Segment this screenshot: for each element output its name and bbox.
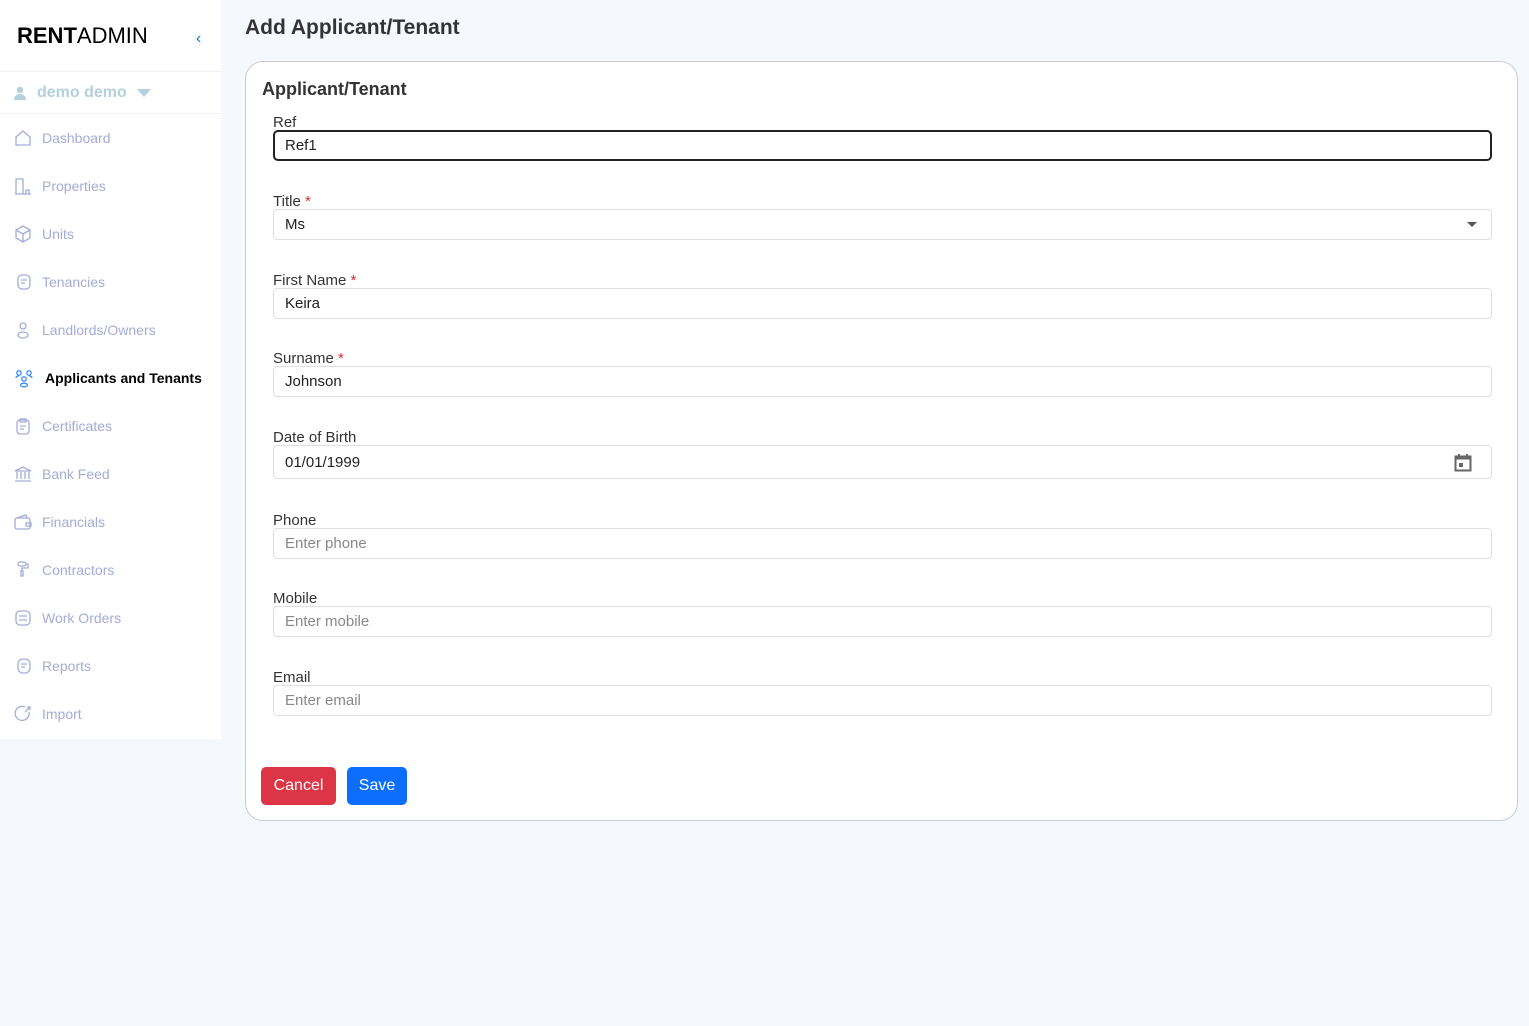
brand-logo: RENT ADMIN <box>0 0 221 72</box>
required-mark: * <box>350 272 357 289</box>
building-icon <box>15 178 31 195</box>
sidebar-item-bank-feed[interactable]: Bank Feed <box>0 450 221 498</box>
sidebar-item-properties[interactable]: Properties <box>0 162 221 210</box>
sidebar-item-financials[interactable]: Financials <box>0 498 221 546</box>
required-mark: * <box>304 193 311 210</box>
caret-down-icon <box>136 88 151 97</box>
sidebar-item-label: Work Orders <box>42 610 122 626</box>
date-of-birth-field: Date of Birth 01/01/1999 <box>273 429 1492 479</box>
document-icon <box>17 274 31 290</box>
sidebar-item-label: Applicants and Tenants <box>45 370 202 386</box>
sidebar-item-label: Reports <box>42 658 92 674</box>
first-name-field: First Name * Keira <box>273 272 1492 319</box>
phone-field: Phone Enter phone <box>273 512 1492 559</box>
sidebar-item-work-orders[interactable]: Work Orders <box>0 594 221 642</box>
save-button[interactable]: Save <box>347 767 407 805</box>
list-icon <box>15 610 31 626</box>
group-icon <box>15 370 33 388</box>
title-input[interactable]: Ms <box>273 209 1492 240</box>
report-icon <box>17 658 31 674</box>
sidebar-item-certificates[interactable]: Certificates <box>0 402 221 450</box>
applicant-form-card: Applicant/Tenant Ref Ref1 Title * Ms First N… <box>245 61 1518 821</box>
sidebar-item-label: Import <box>42 706 82 722</box>
sidebar-item-units[interactable]: Units <box>0 210 221 258</box>
email-input[interactable]: Enter email <box>273 685 1492 716</box>
sidebar: RENT ADMIN ‹ demo demo Dashboard Propertie… <box>0 0 221 739</box>
ref-field: Ref Ref1 <box>273 114 1492 161</box>
page-title: Add Applicant/Tenant <box>245 16 460 39</box>
bank-icon <box>14 466 32 482</box>
sidebar-item-dashboard[interactable]: Dashboard <box>0 114 221 162</box>
mobile-input[interactable]: Enter mobile <box>273 606 1492 637</box>
mobile-field: Mobile Enter mobile <box>273 590 1492 637</box>
surname-input[interactable]: Johnson <box>273 366 1492 397</box>
sidebar-item-label: Dashboard <box>42 130 111 146</box>
sidebar-item-label: Contractors <box>42 562 115 578</box>
date-of-birth-input[interactable]: 01/01/1999 <box>273 445 1492 479</box>
collapse-sidebar-chevron-icon[interactable]: ‹ <box>196 30 201 48</box>
person-icon <box>17 322 29 339</box>
user-menu[interactable]: demo demo <box>0 72 221 114</box>
phone-input[interactable]: Enter phone <box>273 528 1492 559</box>
surname-field: Surname * Johnson <box>273 350 1492 397</box>
sidebar-item-label: Certificates <box>42 418 113 434</box>
user-name: demo demo <box>37 83 127 101</box>
home-icon <box>15 130 31 146</box>
sidebar-item-applicants-and-tenants[interactable]: Applicants and Tenants <box>0 354 221 402</box>
ref-input[interactable]: Ref1 <box>273 130 1492 161</box>
sidebar-item-contractors[interactable]: Contractors <box>0 546 221 594</box>
title-field: Title * Ms <box>273 193 1492 240</box>
sidebar-item-label: Financials <box>42 514 106 530</box>
calendar-icon[interactable] <box>1454 453 1472 472</box>
sidebar-item-label: Tenancies <box>42 274 106 290</box>
wallet-icon <box>14 514 32 530</box>
first-name-input[interactable]: Keira <box>273 288 1492 319</box>
email-field: Email Enter email <box>273 669 1492 716</box>
paint-roller-icon <box>17 561 29 577</box>
sidebar-item-label: Properties <box>42 178 106 194</box>
cube-icon <box>15 225 31 243</box>
sidebar-item-landlords-owners[interactable]: Landlords/Owners <box>0 306 221 354</box>
sidebar-item-label: Bank Feed <box>42 466 110 482</box>
sidebar-item-label: Landlords/Owners <box>42 322 156 338</box>
sidebar-item-tenancies[interactable]: Tenancies <box>0 258 221 306</box>
sidebar-item-reports[interactable]: Reports <box>0 642 221 690</box>
cancel-button[interactable]: Cancel <box>261 767 336 805</box>
user-icon <box>14 86 26 100</box>
required-mark: * <box>338 350 344 367</box>
import-icon <box>14 705 31 721</box>
dropdown-caret-icon[interactable] <box>1467 222 1477 227</box>
clipboard-icon <box>16 418 30 435</box>
sidebar-item-label: Units <box>42 226 74 242</box>
form-title: Applicant/Tenant <box>262 79 407 99</box>
sidebar-item-import[interactable]: Import <box>0 690 221 738</box>
